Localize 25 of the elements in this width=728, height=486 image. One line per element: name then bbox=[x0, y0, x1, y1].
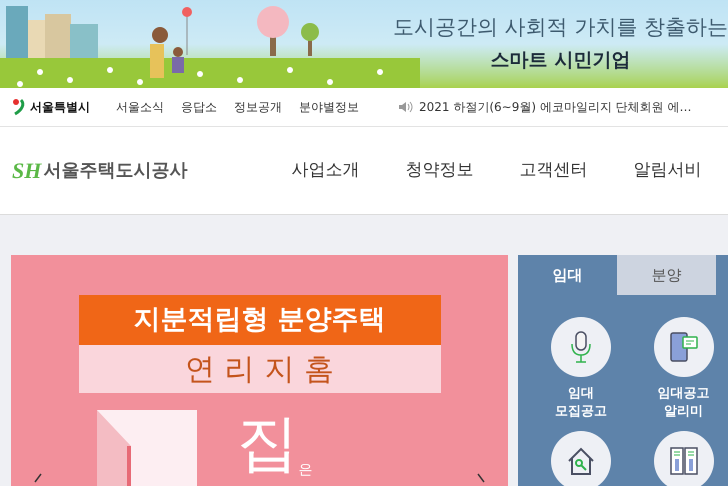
microphone-icon bbox=[570, 331, 592, 363]
panel-tab[interactable]: 분양 bbox=[617, 255, 716, 295]
hero-title: 지분적립형 분양주택 bbox=[78, 295, 440, 345]
quick-menu-label[interactable]: 임대 모집공고 bbox=[555, 385, 607, 421]
city-logo-text[interactable]: 서울특별시 bbox=[30, 98, 90, 116]
top-link[interactable]: 응답소 bbox=[181, 98, 217, 116]
phone-message-icon bbox=[668, 332, 698, 362]
speaker-icon bbox=[399, 101, 413, 113]
nav-link[interactable]: 사업소개 bbox=[291, 158, 360, 184]
top-link[interactable]: 서울소식 bbox=[116, 98, 164, 116]
notice-link[interactable]: 2021 하절기(6~9월) 에코마일리지 단체회원 에… bbox=[419, 98, 692, 116]
nav-link[interactable]: 청약정보 bbox=[405, 158, 474, 184]
open-book-icon bbox=[668, 446, 698, 476]
nav-link[interactable]: 고객센터 bbox=[519, 158, 588, 184]
quick-menu-button[interactable] bbox=[551, 431, 611, 486]
top-link[interactable]: 분야별정보 bbox=[299, 98, 359, 116]
company-name[interactable]: 서울주택도시공사 bbox=[43, 157, 188, 184]
nav-link[interactable]: 알림서비 bbox=[633, 158, 702, 184]
banner-tagline: 스마트 시민기업 bbox=[490, 48, 630, 72]
banner-headline: 도시공간의 사회적 가치를 창출하는 bbox=[392, 14, 728, 41]
hero-large-text: 집 bbox=[236, 410, 298, 476]
hero-subtitle: 연 리 지 홈 bbox=[78, 345, 440, 393]
top-link[interactable]: 정보공개 bbox=[234, 98, 282, 116]
hero-small-text: 은 bbox=[298, 461, 312, 480]
quick-menu-label[interactable]: 임대공고 알리미 bbox=[658, 385, 710, 421]
